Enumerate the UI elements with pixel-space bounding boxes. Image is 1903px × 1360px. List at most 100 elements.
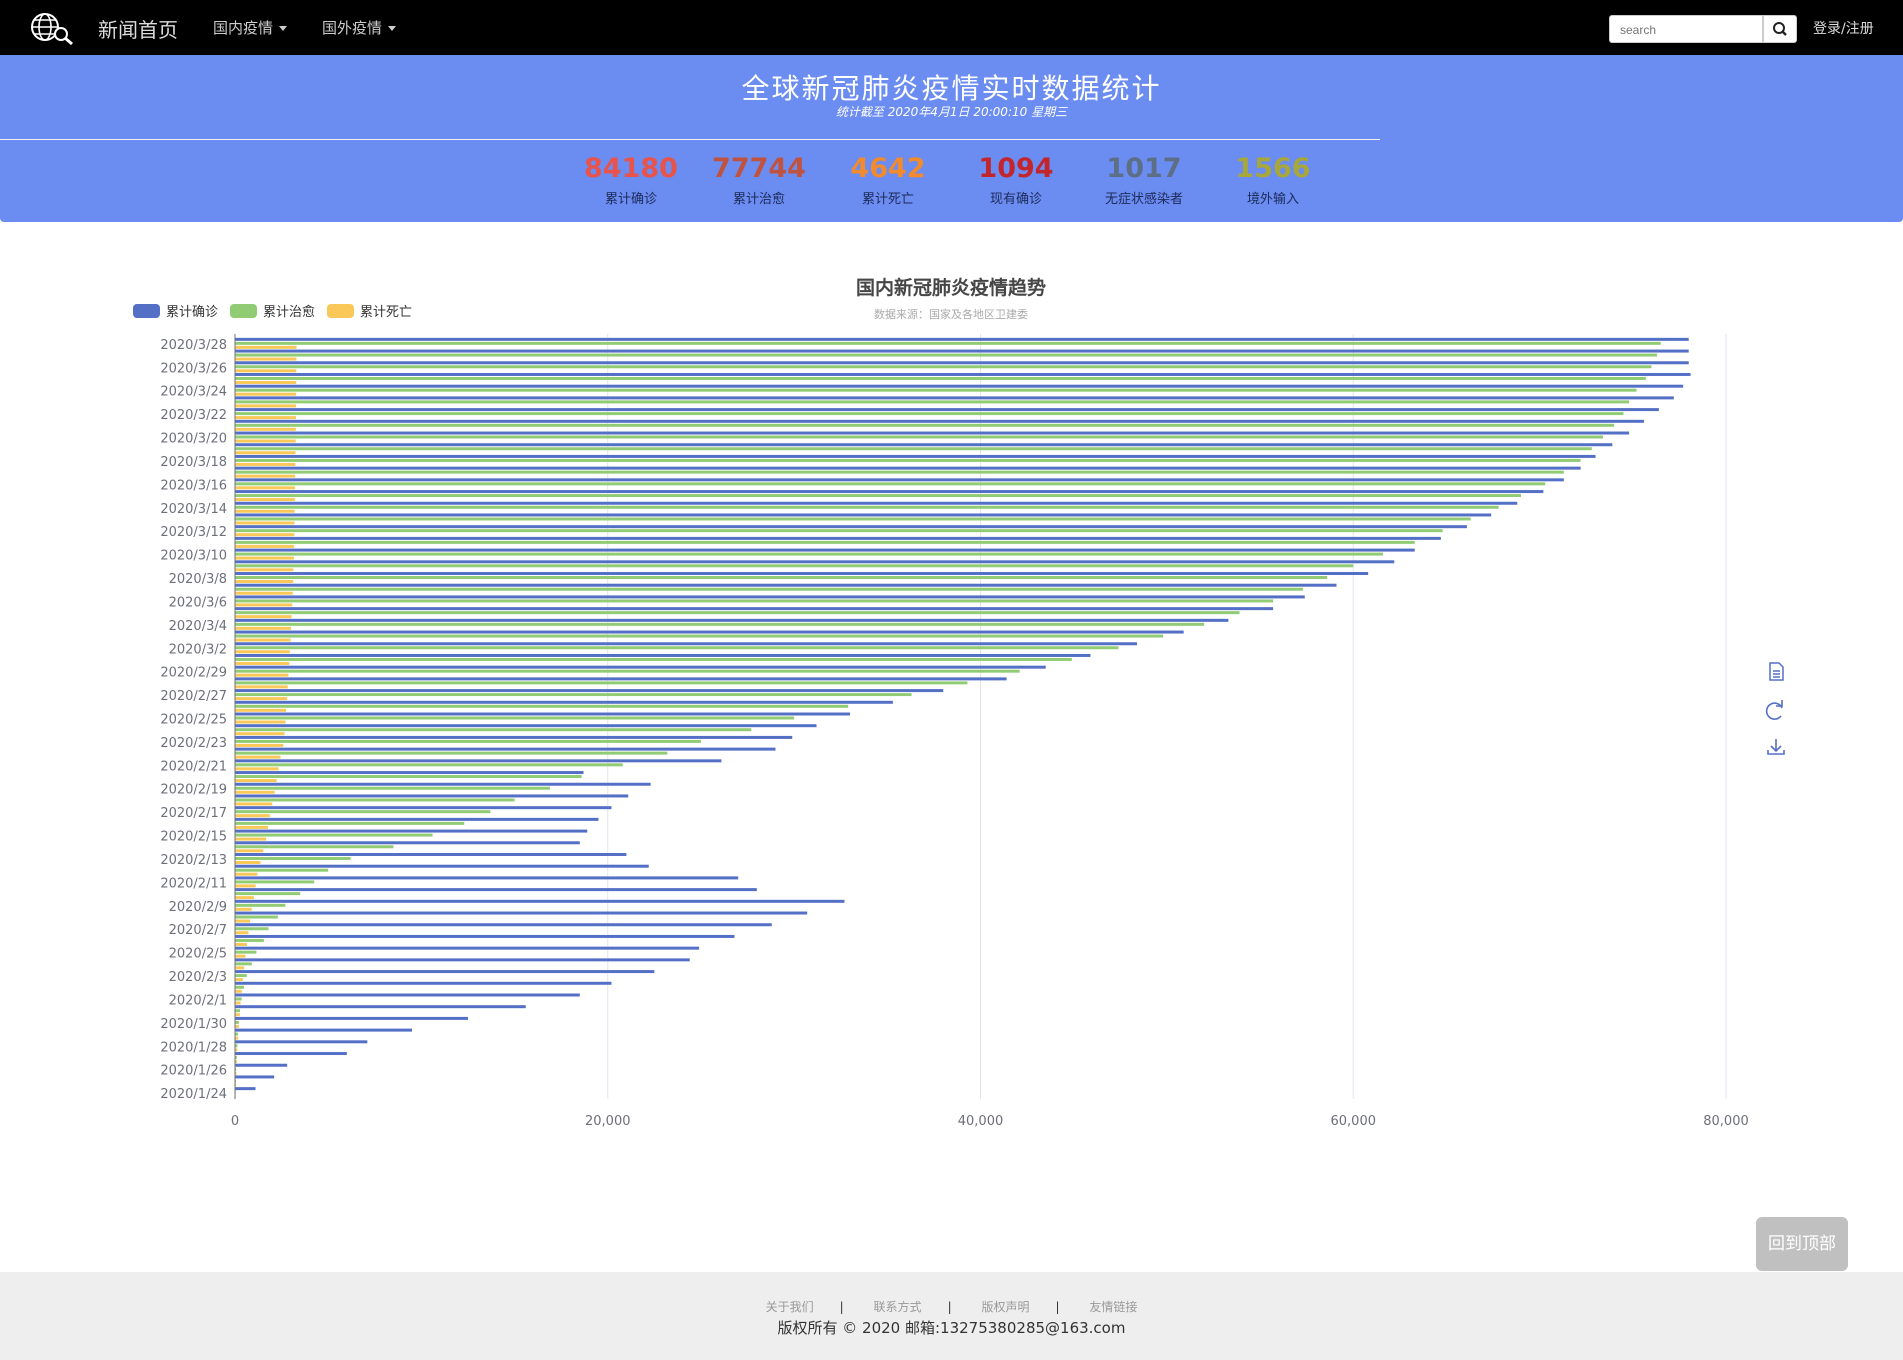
y-tick-label: 2020/3/2 <box>169 642 227 657</box>
bar <box>235 880 315 884</box>
bar <box>235 1075 275 1079</box>
stat-confirmed: 84180 累计确诊 <box>567 152 695 207</box>
bar <box>235 903 286 907</box>
bar <box>235 739 701 743</box>
bar <box>235 993 580 997</box>
stat-value: 1094 <box>978 153 1054 184</box>
caret-down-icon <box>279 26 288 31</box>
bar <box>235 650 290 654</box>
bar <box>235 431 1630 435</box>
nav-foreign-dropdown[interactable]: 国外疫情 <box>322 17 397 38</box>
bar <box>235 985 244 989</box>
globe-search-icon[interactable] <box>30 10 76 46</box>
y-tick-label: 2020/2/19 <box>160 783 227 798</box>
footer-link-about[interactable]: 关于我们 <box>766 1300 814 1314</box>
bar <box>235 790 275 794</box>
y-tick-label: 2020/2/27 <box>160 689 227 704</box>
bar <box>235 911 808 915</box>
chart-subtitle: 数据来源：国家及各地区卫建委 <box>874 307 1028 321</box>
bar <box>235 447 1592 451</box>
stat-current: 1094 现有确诊 <box>952 152 1080 207</box>
stat-label: 境外输入 <box>1246 192 1299 207</box>
back-to-top-button[interactable]: 回到顶部 <box>1756 1217 1848 1271</box>
bar <box>235 681 968 685</box>
login-register-link[interactable]: 登录/注册 <box>1813 18 1874 38</box>
stat-label: 现有确诊 <box>989 192 1042 207</box>
restore-icon[interactable] <box>1765 700 1783 720</box>
bar <box>235 396 1674 400</box>
bar <box>235 899 845 903</box>
bar <box>235 673 289 677</box>
bar <box>235 369 297 373</box>
bar <box>235 1005 526 1009</box>
y-tick-label: 2020/3/10 <box>160 549 227 564</box>
stat-label: 无症状感染者 <box>1104 192 1183 207</box>
bar <box>235 337 1689 341</box>
bar <box>235 591 293 595</box>
bar <box>235 669 1020 673</box>
y-tick-label: 2020/3/16 <box>160 478 227 493</box>
bar <box>235 962 252 966</box>
bar <box>235 724 817 728</box>
y-tick-label: 2020/3/8 <box>169 572 227 587</box>
y-tick-label: 2020/3/22 <box>160 408 227 423</box>
bar <box>235 1001 241 1005</box>
bar <box>235 529 1443 533</box>
trend-chart: 国内新冠肺炎疫情趋势数据来源：国家及各地区卫建委 累计确诊 累计治愈 累计死亡 0 20,… <box>133 276 1785 1129</box>
bar <box>235 427 296 431</box>
footer-separator: | <box>839 1300 844 1314</box>
bar <box>235 712 851 716</box>
banner-divider <box>0 139 1380 140</box>
bar <box>235 1052 347 1056</box>
footer-link-copyright[interactable]: 版权声明 <box>981 1300 1029 1314</box>
bar <box>235 751 668 755</box>
search-input[interactable] <box>1618 17 1762 43</box>
bar <box>235 392 297 396</box>
search-button[interactable] <box>1763 15 1797 43</box>
bar <box>235 1087 256 1091</box>
bar <box>235 817 599 821</box>
bar <box>235 806 612 810</box>
bar <box>235 700 893 704</box>
bar <box>235 782 651 786</box>
brand-link[interactable]: 新闻首页 <box>98 14 178 43</box>
bar <box>235 540 1415 544</box>
bar <box>235 380 297 384</box>
footer-separator: | <box>947 1300 952 1314</box>
bar <box>235 361 1689 365</box>
bar <box>235 958 690 962</box>
bar <box>235 1016 468 1020</box>
x-tick-label: 80,000 <box>1703 1114 1749 1129</box>
stat-value: 4642 <box>850 153 926 184</box>
nav-domestic-label: 国内疫情 <box>213 19 274 37</box>
bar <box>235 755 281 759</box>
stat-cured: 77744 累计治愈 <box>695 152 823 207</box>
bar <box>235 646 1119 650</box>
bar <box>235 849 264 853</box>
bar <box>235 927 269 931</box>
y-tick-label: 2020/2/25 <box>160 713 227 728</box>
data-view-icon[interactable] <box>1769 662 1784 681</box>
nav-domestic-dropdown[interactable]: 国内疫情 <box>213 17 288 38</box>
bar <box>235 794 629 798</box>
bar <box>235 1009 241 1013</box>
bar <box>235 454 1596 458</box>
bar <box>235 365 1652 369</box>
save-image-icon[interactable] <box>1767 739 1785 755</box>
footer-link-contact[interactable]: 联系方式 <box>874 1300 922 1314</box>
bar <box>235 470 1564 474</box>
search-field-wrapper <box>1609 15 1763 43</box>
bar <box>235 946 700 950</box>
footer-link-friends[interactable]: 友情链接 <box>1089 1300 1137 1314</box>
y-tick-label: 2020/3/28 <box>160 338 227 353</box>
bar <box>235 704 849 708</box>
bar <box>235 685 288 689</box>
bar <box>235 814 270 818</box>
y-tick-label: 2020/2/9 <box>169 900 227 915</box>
y-tick-label: 2020/2/11 <box>160 876 227 891</box>
bar <box>235 599 1274 603</box>
legend-swatch <box>230 304 257 318</box>
bar <box>235 833 433 837</box>
bar <box>235 509 295 513</box>
bar <box>235 556 294 560</box>
